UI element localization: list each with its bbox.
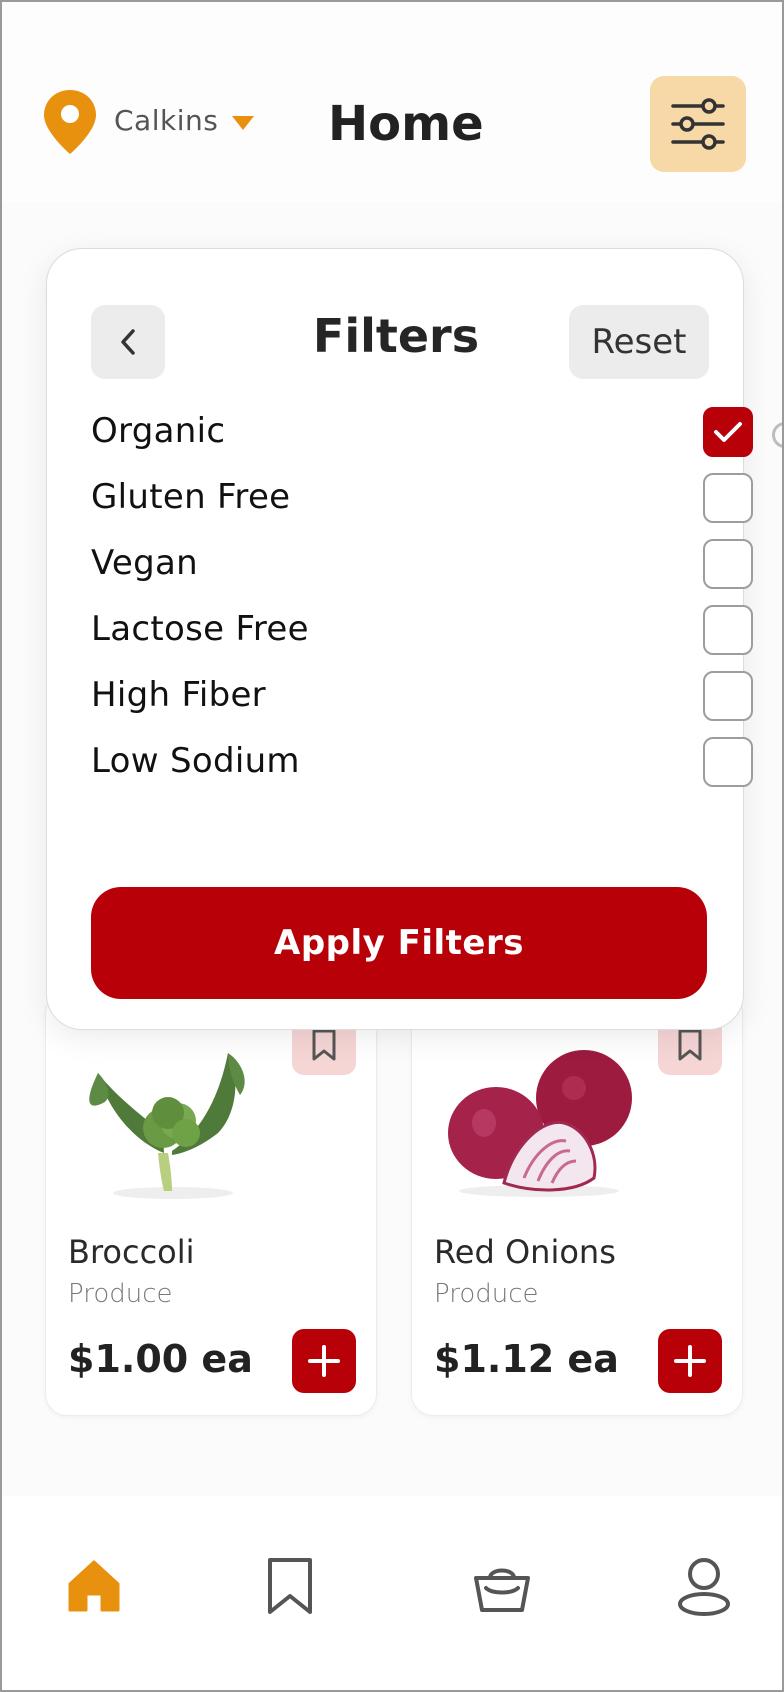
home-icon (68, 1560, 120, 1612)
user-icon (678, 1558, 730, 1616)
page-title: Home (328, 96, 484, 152)
product-name: Red Onions (434, 1233, 616, 1271)
add-to-cart-button[interactable] (292, 1329, 356, 1393)
basket-icon (474, 1568, 530, 1612)
filter-option-high-fiber[interactable]: High Fiber (91, 663, 753, 729)
checkbox-organic[interactable] (703, 407, 753, 457)
filter-option-vegan[interactable]: Vegan (91, 531, 753, 597)
product-card[interactable]: Broccoli Produce $1.00 ea (45, 992, 377, 1416)
checkbox-vegan[interactable] (703, 539, 753, 589)
filter-label: High Fiber (91, 675, 266, 715)
bookmark-icon (268, 1558, 312, 1614)
product-name: Broccoli (68, 1233, 195, 1271)
filter-option-organic[interactable]: Organic (91, 399, 753, 465)
filter-label: Lactose Free (91, 609, 309, 649)
product-category: Produce (68, 1279, 173, 1309)
apply-filters-button[interactable]: Apply Filters (91, 887, 707, 999)
product-price: $1.12 ea (434, 1337, 619, 1381)
filter-label: Low Sodium (91, 741, 300, 781)
checkmark-icon (714, 422, 742, 442)
filter-label: Organic (91, 411, 226, 451)
broccoli-image (89, 1053, 245, 1199)
nav-profile[interactable] (672, 1554, 736, 1618)
plus-icon (674, 1345, 706, 1377)
reset-button[interactable]: Reset (569, 305, 709, 379)
nav-basket[interactable] (470, 1554, 534, 1618)
app-screen: Calkins Home Broccoli Produce $1.00 ea R… (0, 0, 784, 1692)
filter-button[interactable] (650, 76, 746, 172)
red-onions-image (448, 1050, 632, 1197)
checkbox-high-fiber[interactable] (703, 671, 753, 721)
filters-modal: Filters Reset Organic Gluten Free Vegan (46, 248, 753, 1030)
location-name[interactable]: Calkins (114, 104, 218, 137)
filter-option-gluten-free[interactable]: Gluten Free (91, 465, 753, 531)
filter-option-lactose-free[interactable]: Lactose Free (91, 597, 753, 663)
caret-down-icon[interactable] (232, 116, 254, 130)
checkbox-gluten-free[interactable] (703, 473, 753, 523)
product-card[interactable]: Red Onions Produce $1.12 ea (411, 992, 743, 1416)
filter-label: Gluten Free (91, 477, 291, 517)
bookmark-icon (312, 1029, 336, 1061)
bottom-nav (2, 1496, 782, 1690)
filter-list: Organic Gluten Free Vegan Lactose Free H… (91, 399, 753, 795)
filter-label: Vegan (91, 543, 199, 583)
checkbox-low-sodium[interactable] (703, 737, 753, 787)
header: Calkins Home (2, 2, 782, 202)
checkbox-lactose-free[interactable] (703, 605, 753, 655)
product-price: $1.00 ea (68, 1337, 253, 1381)
plus-icon (308, 1345, 340, 1377)
sliders-icon (671, 98, 725, 150)
filter-option-low-sodium[interactable]: Low Sodium (91, 729, 753, 795)
product-category: Produce (434, 1279, 539, 1309)
nav-saved[interactable] (258, 1554, 322, 1618)
bookmark-icon (678, 1029, 702, 1061)
add-to-cart-button[interactable] (658, 1329, 722, 1393)
map-pin-icon[interactable] (42, 88, 98, 156)
nav-home[interactable] (62, 1554, 126, 1618)
